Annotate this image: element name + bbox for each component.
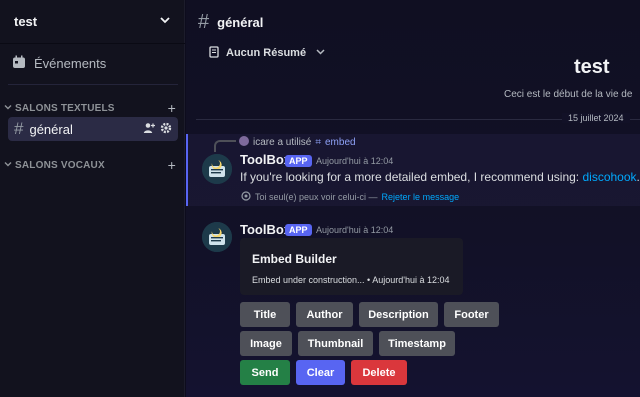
- summary-label: Aucun Résumé: [226, 47, 307, 59]
- embed-title: Embed Builder: [252, 252, 337, 266]
- chevron-down-icon: [4, 103, 12, 114]
- description-button[interactable]: Description: [359, 302, 438, 327]
- category-label: SALONS VOCAUX: [15, 159, 105, 171]
- dismiss-message-link[interactable]: Rejeter le message: [382, 192, 460, 202]
- reply-connector: [214, 140, 236, 152]
- reply-reference[interactable]: icare a utilisé ⌗ embed: [239, 136, 356, 149]
- embed-card: Embed Builder Embed under construction..…: [240, 238, 463, 295]
- title-button[interactable]: Title: [240, 302, 290, 327]
- calendar-icon: [12, 55, 26, 72]
- message-body: If you're looking for a more detailed em…: [240, 170, 580, 184]
- user-avatar-small-icon: [239, 136, 249, 149]
- add-channel-icon[interactable]: +: [168, 157, 176, 173]
- channel-header: # général: [186, 0, 640, 44]
- delete-button[interactable]: Delete: [351, 360, 407, 385]
- eye-icon: [241, 191, 251, 203]
- message-timestamp: Aujourd'hui à 12:04: [316, 156, 394, 166]
- gear-icon[interactable]: [160, 122, 172, 137]
- avatar[interactable]: [202, 154, 232, 184]
- date-divider-label: 15 juillet 2024: [562, 113, 630, 123]
- category-label: SALONS TEXTUELS: [15, 102, 115, 114]
- events-label: Événements: [34, 55, 107, 71]
- slash-command-icon: ⌗: [315, 137, 321, 148]
- message-username[interactable]: ToolBox: [240, 222, 291, 237]
- message-text-end: .: [636, 170, 640, 184]
- embed-footer: Embed under construction... • Aujourd'hu…: [252, 275, 450, 285]
- image-button[interactable]: Image: [240, 331, 292, 356]
- ephemeral-notice: Toi seul(e) peux voir celui-ci — Rejeter…: [241, 191, 459, 203]
- message-text: If you're looking for a more detailed em…: [240, 170, 640, 184]
- category-voice-channels[interactable]: SALONS VOCAUX +: [4, 157, 176, 173]
- app-badge: APP: [285, 224, 312, 236]
- chevron-down-icon: [316, 47, 325, 59]
- sidebar-item-general[interactable]: # général: [8, 117, 178, 141]
- category-text-channels[interactable]: SALONS TEXTUELS +: [4, 100, 176, 116]
- app-badge: APP: [285, 155, 312, 167]
- server-name: test: [14, 14, 38, 29]
- clear-button[interactable]: Clear: [296, 360, 345, 385]
- reply-user: icare a utilisé: [253, 137, 312, 148]
- channel-title: général: [217, 14, 264, 30]
- channel-label: général: [29, 121, 73, 137]
- footer-button[interactable]: Footer: [444, 302, 499, 327]
- server-header[interactable]: test: [0, 0, 185, 44]
- hash-icon: #: [14, 119, 24, 138]
- chevron-down-icon[interactable]: [159, 14, 171, 29]
- message-username[interactable]: ToolBox: [240, 152, 291, 167]
- invite-icon[interactable]: [143, 122, 155, 137]
- events-item[interactable]: Événements: [12, 52, 106, 74]
- reply-command[interactable]: embed: [325, 137, 356, 148]
- sidebar-divider: [8, 84, 178, 85]
- channel-sidebar: test Événements SALONS TEXTUELS + # géné…: [0, 0, 185, 397]
- chat-area: # général Aucun Résumé test Ceci est le …: [186, 0, 640, 397]
- ephemeral-text: Toi seul(e) peux voir celui-ci —: [255, 192, 378, 202]
- welcome-subtitle: Ceci est le début de la vie de: [504, 89, 633, 100]
- timestamp-button[interactable]: Timestamp: [379, 331, 455, 356]
- chevron-down-icon: [4, 160, 12, 171]
- send-button[interactable]: Send: [240, 360, 290, 385]
- avatar[interactable]: [202, 222, 232, 252]
- message-timestamp: Aujourd'hui à 12:04: [316, 225, 394, 235]
- hash-icon: #: [198, 10, 210, 33]
- discohook-link[interactable]: discohook: [582, 170, 636, 184]
- summary-icon: [208, 45, 220, 61]
- summary-dropdown[interactable]: Aucun Résumé: [208, 44, 325, 62]
- add-channel-icon[interactable]: +: [168, 100, 176, 116]
- author-button[interactable]: Author: [296, 302, 353, 327]
- thumbnail-button[interactable]: Thumbnail: [298, 331, 373, 356]
- welcome-title: test: [574, 56, 610, 78]
